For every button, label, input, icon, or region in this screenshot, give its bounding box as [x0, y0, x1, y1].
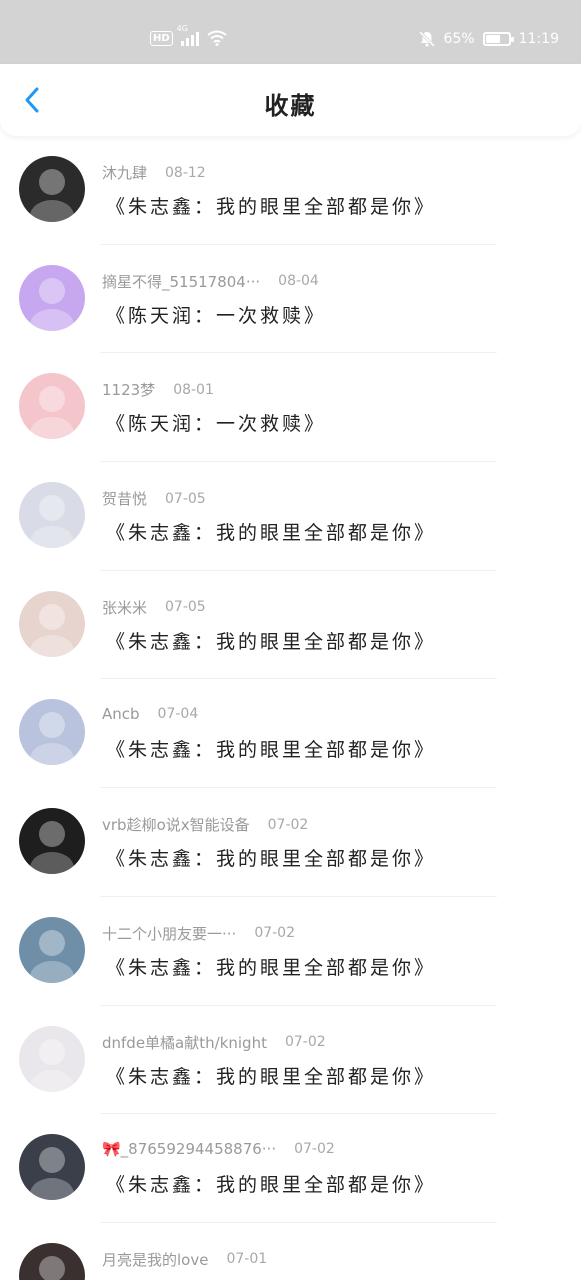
- item-meta: 🎀_87659294458876··· 07-02: [102, 1140, 335, 1158]
- avatar[interactable]: [19, 699, 85, 766]
- user-name[interactable]: vrb趁柳o说x智能设备: [102, 814, 250, 835]
- item-time: 07-01: [226, 1251, 268, 1268]
- user-name[interactable]: dnfde单橘a献th/knight: [102, 1032, 267, 1053]
- wifi-icon: [207, 30, 227, 46]
- item-time: 08-12: [165, 164, 206, 181]
- item-meta: 摘星不得_51517804··· 08-04: [102, 271, 319, 292]
- user-name[interactable]: Ancb: [102, 705, 140, 723]
- list-item[interactable]: dnfde单橘a献th/knight 07-02 《朱志鑫：我的眼里全部都是你》: [0, 1006, 581, 1115]
- avatar-image: [19, 1134, 85, 1201]
- item-meta: 十二个小朋友要一··· 07-02: [102, 923, 295, 944]
- user-name[interactable]: 沐九肆: [102, 162, 147, 183]
- user-name[interactable]: 月亮是我的love: [102, 1249, 208, 1270]
- battery-icon: [482, 32, 514, 46]
- avatar[interactable]: [19, 156, 85, 222]
- item-meta: vrb趁柳o说x智能设备 07-02: [102, 814, 308, 835]
- item-meta: Ancb 07-04: [102, 705, 198, 723]
- item-time: 07-02: [284, 1034, 326, 1050]
- avatar-image: [19, 916, 85, 983]
- avatar[interactable]: [19, 916, 85, 983]
- avatar-image: [19, 264, 85, 331]
- item-meta: 月亮是我的love 07-01: [102, 1249, 267, 1270]
- avatar[interactable]: [19, 264, 85, 331]
- status-right: 65% 11:19: [418, 30, 559, 48]
- avatar-image: [19, 1242, 85, 1280]
- user-name[interactable]: 张米米: [102, 597, 147, 618]
- item-time: 07-05: [165, 490, 206, 507]
- list-item[interactable]: vrb趁柳o说x智能设备 07-02 《朱志鑫：我的眼里全部都是你》: [0, 788, 581, 897]
- avatar-image: [19, 373, 85, 440]
- user-name[interactable]: 十二个小朋友要一···: [102, 923, 236, 944]
- item-content[interactable]: 《朱志鑫：我的眼里全部都是你》: [106, 1170, 436, 1197]
- item-content[interactable]: 《朱志鑫：我的眼里全部都是你》: [106, 844, 436, 871]
- item-time: 08-01: [173, 381, 214, 398]
- user-name[interactable]: 1123梦: [102, 379, 155, 400]
- list-item[interactable]: 张米米 07-05 《朱志鑫：我的眼里全部都是你》: [0, 571, 581, 680]
- avatar[interactable]: [19, 1134, 85, 1201]
- item-meta: dnfde单橘a献th/knight 07-02: [102, 1032, 326, 1053]
- avatar[interactable]: [19, 482, 85, 549]
- item-content[interactable]: 《朱志鑫：我的眼里全部都是你》: [106, 192, 436, 219]
- item-time: 07-05: [165, 599, 206, 616]
- favorites-list: 沐九肆 08-12 《朱志鑫：我的眼里全部都是你》 摘星不得_51517804·…: [0, 136, 581, 1280]
- avatar-image: [19, 1025, 85, 1092]
- item-meta: 1123梦 08-01: [102, 379, 214, 400]
- avatar[interactable]: [19, 373, 85, 440]
- battery-fill: [485, 35, 500, 43]
- item-content[interactable]: 《朱志鑫：我的眼里全部都是你》: [106, 953, 436, 980]
- list-item[interactable]: 十二个小朋友要一··· 07-02 《朱志鑫：我的眼里全部都是你》: [0, 897, 581, 1006]
- avatar-image: [19, 482, 85, 549]
- user-name[interactable]: 摘星不得_51517804···: [102, 271, 260, 292]
- signal-icon: 4G: [177, 24, 199, 46]
- item-content[interactable]: 《朱志鑫：我的眼里全部都是你》: [106, 518, 436, 545]
- item-meta: 张米米 07-05: [102, 597, 206, 618]
- avatar-image: [19, 156, 85, 222]
- list-item[interactable]: 月亮是我的love 07-01: [0, 1223, 581, 1280]
- avatar-image: [19, 590, 85, 657]
- list-item[interactable]: 沐九肆 08-12 《朱志鑫：我的眼里全部都是你》: [0, 136, 581, 245]
- item-time: 08-04: [278, 273, 319, 290]
- avatar[interactable]: [19, 1025, 85, 1092]
- item-meta: 贺昔悦 07-05: [102, 488, 206, 509]
- item-time: 07-04: [157, 706, 199, 723]
- avatar-image: [19, 808, 85, 875]
- hd-badge: HD: [150, 30, 173, 46]
- list-item[interactable]: 🎀_87659294458876··· 07-02 《朱志鑫：我的眼里全部都是你…: [0, 1114, 581, 1223]
- item-content[interactable]: 《朱志鑫：我的眼里全部都是你》: [106, 1062, 436, 1089]
- item-content[interactable]: 《朱志鑫：我的眼里全部都是你》: [106, 735, 436, 762]
- item-time: 07-02: [294, 1141, 335, 1158]
- list-item[interactable]: 摘星不得_51517804··· 08-04 《陈天润：一次救赎》: [0, 245, 581, 354]
- item-content[interactable]: 《陈天润：一次救赎》: [106, 409, 326, 436]
- list-item[interactable]: Ancb 07-04 《朱志鑫：我的眼里全部都是你》: [0, 679, 581, 789]
- avatar[interactable]: [19, 590, 85, 657]
- page-title: 收藏: [264, 92, 317, 120]
- clock: 11:19: [518, 31, 559, 47]
- mute-icon: [418, 30, 435, 48]
- user-name[interactable]: 🎀_87659294458876···: [102, 1140, 276, 1158]
- item-content[interactable]: 《陈天润：一次救赎》: [106, 301, 326, 328]
- avatar[interactable]: [19, 808, 85, 875]
- item-content[interactable]: 《朱志鑫：我的眼里全部都是你》: [106, 627, 436, 654]
- list-item[interactable]: 1123梦 08-01 《陈天润：一次救赎》: [0, 353, 581, 463]
- user-name[interactable]: 贺昔悦: [102, 488, 147, 509]
- network-type: 4G: [176, 24, 188, 33]
- status-left: HD 4G: [150, 24, 227, 46]
- avatar[interactable]: [19, 1242, 85, 1280]
- status-bar: HD 4G 65% 11:19: [0, 0, 581, 64]
- list-item[interactable]: 贺昔悦 07-05 《朱志鑫：我的眼里全部都是你》: [0, 462, 581, 571]
- header-bar: 收藏: [0, 64, 581, 136]
- item-meta: 沐九肆 08-12: [102, 162, 206, 183]
- item-time: 07-02: [267, 816, 309, 833]
- battery-percent: 65%: [443, 31, 475, 47]
- avatar-image: [19, 699, 85, 766]
- item-time: 07-02: [254, 925, 295, 942]
